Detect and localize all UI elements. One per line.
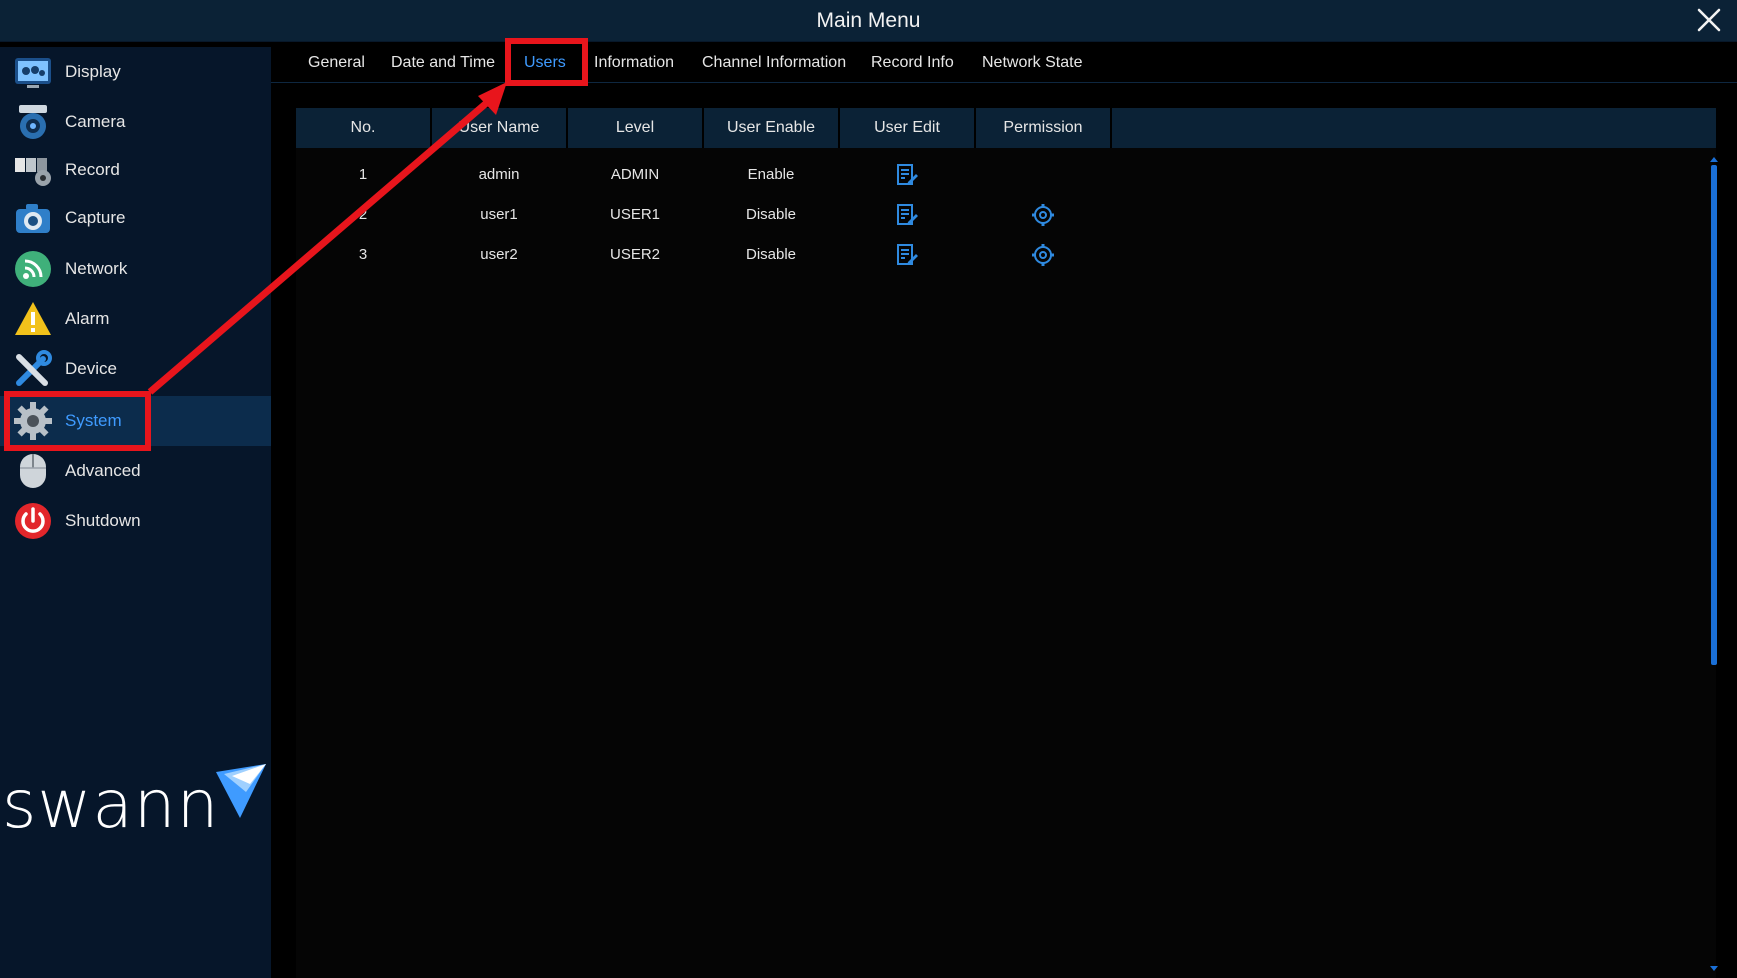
- table-row: 1 admin ADMIN Enable: [296, 155, 1716, 195]
- cell-permission: [976, 235, 1110, 275]
- sidebar-item-label: Display: [65, 62, 121, 81]
- alarm-icon: [15, 302, 51, 335]
- cell-user-edit: [840, 155, 974, 195]
- table-header: No. User Name Level User Enable User Edi…: [296, 108, 1716, 148]
- sidebar-item-label: Record: [65, 160, 120, 179]
- window-title: Main Menu: [816, 9, 921, 32]
- sidebar-item-display[interactable]: Display: [0, 47, 271, 97]
- system-highlight-box: [4, 391, 151, 451]
- cell-user-name: user2: [480, 246, 518, 263]
- column-header-user-enable: User Enable: [704, 108, 840, 148]
- sidebar-item-device[interactable]: Device: [0, 344, 271, 394]
- cell-user-edit: [840, 235, 974, 275]
- network-icon: [15, 251, 51, 287]
- scroll-down-arrow-icon[interactable]: [1708, 965, 1720, 973]
- cell-no: 1: [358, 166, 368, 183]
- mouse-icon: [20, 454, 46, 488]
- edit-icon[interactable]: [895, 203, 919, 227]
- column-header-permission: Permission: [976, 108, 1112, 148]
- users-tab-highlight-box: [505, 38, 588, 86]
- sidebar-item-label: Capture: [65, 208, 126, 227]
- cell-level: USER1: [609, 206, 661, 223]
- tab-bar: General Date and Time Users Information …: [271, 47, 1737, 83]
- edit-icon[interactable]: [895, 163, 919, 187]
- cell-user-name: user1: [480, 206, 518, 223]
- scroll-up-arrow-icon[interactable]: [1708, 155, 1720, 163]
- column-header-level: Level: [568, 108, 704, 148]
- column-header-no: No.: [296, 108, 432, 148]
- sidebar-item-label: Advanced: [65, 461, 141, 480]
- tab-channel-information[interactable]: Channel Information: [702, 54, 846, 72]
- cell-no: 2: [358, 206, 368, 223]
- cell-user-enable: Enable: [747, 166, 795, 183]
- display-icon: [15, 58, 51, 88]
- cell-level: USER2: [609, 246, 661, 263]
- table-row: 2 user1 USER1 Disable: [296, 195, 1716, 235]
- title-bar: Main Menu: [0, 0, 1737, 42]
- table-row: 3 user2 USER2 Disable: [296, 235, 1716, 275]
- tab-date-and-time[interactable]: Date and Time: [391, 54, 495, 72]
- edit-icon[interactable]: [895, 243, 919, 267]
- gear-icon[interactable]: [1031, 203, 1055, 227]
- column-header-user-name: User Name: [432, 108, 568, 148]
- cell-user-enable: Disable: [745, 246, 797, 263]
- sidebar-item-camera[interactable]: Camera: [0, 97, 271, 147]
- record-icon: [15, 158, 51, 186]
- tab-network-state[interactable]: Network State: [982, 54, 1082, 72]
- logo-bird-icon: [216, 764, 266, 818]
- sidebar-item-shutdown[interactable]: Shutdown: [0, 496, 271, 546]
- cell-permission: [976, 155, 1110, 195]
- scrollbar-thumb[interactable]: [1711, 165, 1717, 665]
- logo-wordmark: swann: [2, 766, 220, 843]
- close-icon[interactable]: [1695, 6, 1723, 34]
- sidebar-item-label: Shutdown: [65, 511, 141, 530]
- sidebar-item-alarm[interactable]: Alarm: [0, 294, 271, 344]
- sidebar-item-network[interactable]: Network: [0, 244, 271, 294]
- tab-general[interactable]: General: [308, 54, 365, 72]
- capture-icon: [16, 204, 50, 233]
- power-icon: [15, 503, 51, 539]
- sidebar-item-label: Device: [65, 359, 117, 378]
- tab-record-info[interactable]: Record Info: [871, 54, 954, 72]
- camera-icon: [19, 105, 47, 139]
- cell-level: ADMIN: [610, 166, 660, 183]
- swann-logo: swann: [0, 762, 271, 852]
- cell-user-edit: [840, 195, 974, 235]
- sidebar: Display Camera Record Capture Network Al…: [0, 47, 271, 978]
- users-table: No. User Name Level User Enable User Edi…: [296, 108, 1716, 978]
- device-icon: [16, 350, 52, 386]
- cell-user-enable: Disable: [745, 206, 797, 223]
- main-content: General Date and Time Users Information …: [271, 47, 1737, 978]
- sidebar-item-label: Network: [65, 259, 128, 278]
- sidebar-item-capture[interactable]: Capture: [0, 193, 271, 243]
- sidebar-item-label: Camera: [65, 112, 126, 131]
- cell-user-name: admin: [478, 166, 520, 183]
- sidebar-item-label: Alarm: [65, 309, 110, 328]
- gear-icon[interactable]: [1031, 243, 1055, 267]
- cell-permission: [976, 195, 1110, 235]
- table-scrollbar[interactable]: [1708, 155, 1720, 975]
- cell-no: 3: [358, 246, 368, 263]
- sidebar-item-advanced[interactable]: Advanced: [0, 446, 271, 496]
- column-header-user-edit: User Edit: [840, 108, 976, 148]
- sidebar-item-record[interactable]: Record: [0, 145, 271, 195]
- tab-information[interactable]: Information: [594, 54, 674, 72]
